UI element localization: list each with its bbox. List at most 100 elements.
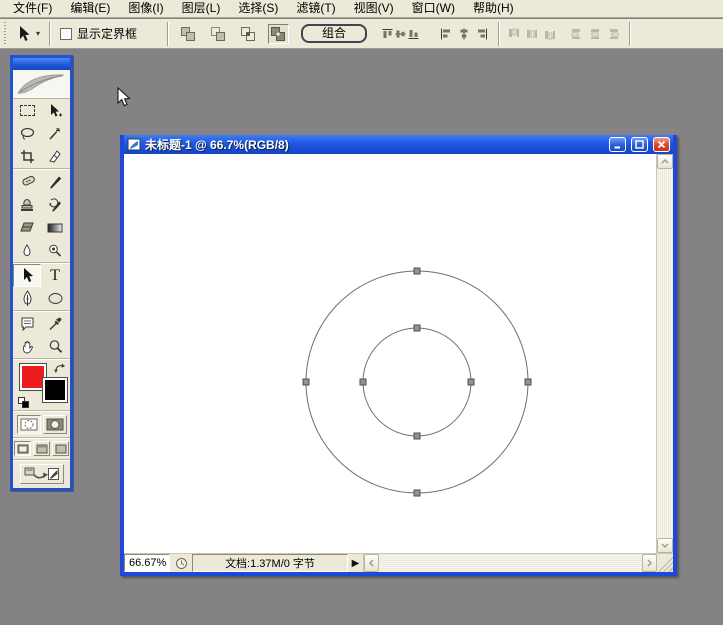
screen-mode-buttons [13, 439, 70, 459]
document-size-field[interactable]: 文档:1.37M/0 字节 [192, 554, 348, 572]
magic-wand-tool[interactable] [41, 122, 69, 145]
close-button[interactable] [653, 137, 670, 152]
separator [167, 22, 169, 46]
crop-tool[interactable] [13, 145, 41, 168]
default-colors-icon[interactable] [18, 397, 31, 408]
swap-colors-icon[interactable] [53, 362, 66, 374]
distribute-horizontal-centers-icon [586, 25, 603, 43]
add-shape-area-icon[interactable] [178, 24, 199, 44]
background-color-swatch[interactable] [43, 378, 67, 402]
maximize-button[interactable] [631, 137, 648, 152]
menu-help[interactable]: 帮助(H) [464, 0, 523, 17]
options-bar-grip[interactable] [3, 22, 7, 46]
clone-stamp-tool[interactable] [13, 193, 41, 216]
ellipse-shape-tool[interactable] [41, 287, 69, 310]
tool-palette-title-bar[interactable] [13, 58, 70, 70]
tool-palette: T [10, 55, 73, 491]
menu-file[interactable]: 文件(F) [4, 0, 61, 17]
menu-window[interactable]: 窗口(W) [403, 0, 464, 17]
move-icon [47, 103, 63, 119]
path-selection-tool[interactable] [13, 264, 41, 287]
path-selection-arrow-icon [15, 25, 31, 43]
lasso-icon [19, 126, 36, 141]
distribute-vertical-centers-icon [523, 25, 540, 43]
eraser-tool[interactable] [13, 216, 41, 239]
menu-layer[interactable]: 图层(L) [173, 0, 230, 17]
pen-icon [21, 290, 34, 307]
combine-button[interactable]: 组合 [301, 24, 367, 43]
rectangular-marquee-icon [20, 105, 35, 116]
align-horizontal-centers-icon[interactable] [455, 25, 472, 43]
timer-icon[interactable] [170, 554, 192, 572]
vertical-scrollbar[interactable] [656, 154, 673, 553]
magic-wand-icon [47, 126, 63, 141]
document-title: 未标题-1 @ 66.7%(RGB/8) [145, 136, 604, 153]
menu-image[interactable]: 图像(I) [119, 0, 172, 17]
hand-icon [20, 339, 35, 354]
rectangular-marquee-tool[interactable] [13, 99, 41, 122]
jump-to-imageready-button[interactable] [20, 464, 64, 484]
current-tool-button[interactable]: ▾ [11, 25, 44, 43]
chevron-down-icon: ▾ [36, 29, 40, 38]
healing-brush-tool[interactable] [13, 170, 41, 193]
clone-stamp-icon [19, 197, 35, 212]
dodge-tool[interactable] [41, 239, 69, 262]
blur-tool[interactable] [13, 239, 41, 262]
standard-screen-mode-button[interactable] [14, 441, 31, 456]
lasso-tool[interactable] [13, 122, 41, 145]
gradient-tool[interactable] [41, 216, 69, 239]
scroll-down-icon[interactable] [657, 538, 673, 553]
align-right-edges-icon[interactable] [473, 25, 490, 43]
align-top-edges-icon[interactable] [381, 25, 393, 43]
healing-brush-icon [19, 174, 36, 189]
scroll-right-icon[interactable] [642, 554, 657, 572]
show-bounding-box-checkbox[interactable] [60, 28, 72, 40]
separator [629, 22, 631, 46]
show-bounding-box-option: 显示定界框 [56, 25, 141, 42]
minimize-button[interactable] [609, 137, 626, 152]
fullscreen-mode-button[interactable] [52, 441, 69, 456]
separator [49, 22, 51, 46]
notes-tool[interactable] [13, 312, 41, 335]
dodge-icon [47, 243, 63, 258]
align-vertical-centers-icon[interactable] [394, 25, 406, 43]
document-title-bar[interactable]: 未标题-1 @ 66.7%(RGB/8) [124, 135, 673, 154]
quick-mask-mode-button[interactable] [43, 415, 67, 434]
horizontal-scrollbar[interactable] [363, 554, 657, 572]
pen-tool[interactable] [13, 287, 41, 310]
exclude-overlapping-shape-areas-icon[interactable] [268, 24, 289, 44]
standard-mode-button[interactable] [17, 415, 41, 434]
zoom-tool[interactable] [41, 335, 69, 358]
fullscreen-with-menu-mode-button[interactable] [33, 441, 50, 456]
color-swatches [13, 360, 70, 410]
menu-edit[interactable]: 编辑(E) [61, 0, 119, 17]
eyedropper-icon [48, 316, 62, 331]
eraser-icon [19, 221, 35, 234]
slice-tool[interactable] [41, 145, 69, 168]
align-left-edges-icon[interactable] [437, 25, 454, 43]
type-tool[interactable]: T [41, 264, 69, 287]
scroll-up-icon[interactable] [657, 154, 673, 169]
move-tool[interactable] [41, 99, 69, 122]
document-canvas[interactable] [124, 154, 656, 553]
align-bottom-edges-icon[interactable] [407, 25, 419, 43]
zoom-level-field[interactable]: 66.67% [124, 554, 170, 572]
history-brush-tool[interactable] [41, 193, 69, 216]
intersect-shape-areas-icon[interactable] [238, 24, 259, 44]
scroll-left-icon[interactable] [364, 554, 379, 572]
menu-select[interactable]: 选择(S) [229, 0, 287, 17]
menu-view[interactable]: 视图(V) [345, 0, 403, 17]
eyedropper-tool[interactable] [41, 312, 69, 335]
brush-tool[interactable] [41, 170, 69, 193]
hand-tool[interactable] [13, 335, 41, 358]
history-brush-icon [48, 197, 63, 212]
menu-filter[interactable]: 滤镜(T) [287, 0, 344, 17]
resize-grip[interactable] [657, 554, 673, 572]
status-flyout-arrow-icon[interactable]: ▶ [348, 554, 363, 572]
subtract-from-shape-area-icon[interactable] [208, 24, 229, 44]
show-bounding-box-label: 显示定界框 [77, 25, 137, 42]
shape-circles[interactable] [124, 154, 656, 553]
type-icon: T [50, 268, 60, 284]
slice-icon [48, 149, 63, 164]
separator [498, 22, 500, 46]
